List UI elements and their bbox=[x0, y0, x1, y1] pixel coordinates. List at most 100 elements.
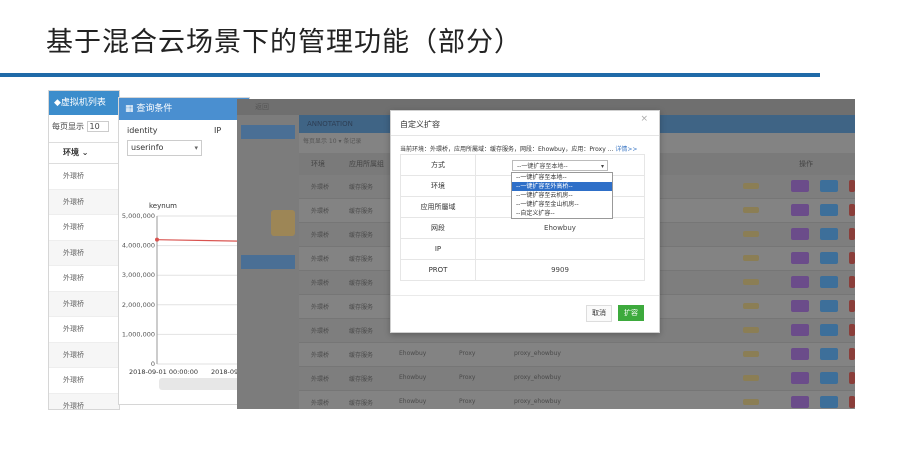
bg-cell-env: 外環桥 bbox=[311, 376, 330, 383]
bg-cell-key: proxy_ehowbuy bbox=[514, 350, 561, 357]
bg-row-expand-button[interactable] bbox=[791, 396, 809, 408]
bg-status-badge bbox=[743, 279, 759, 285]
bg-status-badge bbox=[743, 375, 759, 381]
bg-row-delete-button[interactable] bbox=[849, 276, 855, 288]
mode-option[interactable]: --自定义扩容-- bbox=[512, 209, 612, 218]
bg-col-ops: 操作 bbox=[799, 160, 813, 168]
bg-row-expand-button[interactable] bbox=[791, 348, 809, 360]
bg-row-edit-button[interactable] bbox=[820, 396, 838, 408]
bg-status-badge bbox=[743, 207, 759, 213]
bg-row-edit-button[interactable] bbox=[820, 228, 838, 240]
bg-row-delete-button[interactable] bbox=[849, 180, 855, 192]
vm-row-env: 外環桥 bbox=[49, 189, 119, 215]
bg-cell-type: Proxy bbox=[459, 374, 476, 381]
bg-row-delete-button[interactable] bbox=[849, 396, 855, 408]
query-window: ▦ 查询条件 identity IP userinfo keynum 0 1,000… bbox=[118, 97, 250, 405]
bg-row-edit-button[interactable] bbox=[820, 252, 838, 264]
mode-option[interactable]: --一键扩容至本地-- bbox=[512, 173, 612, 182]
bg-cell-env: 外環桥 bbox=[311, 208, 330, 215]
vm-row-env: 外環桥 bbox=[49, 266, 119, 292]
bg-table-row: 外環桥 缓存服务 Ehowbuy Proxy proxy_ehowbuy bbox=[299, 391, 855, 409]
chart-xtick-label: 2018-09-01 00:00:00 bbox=[129, 368, 198, 376]
page-size-select[interactable]: 10 bbox=[86, 121, 109, 132]
bg-cell-group: 缓存服务 bbox=[349, 256, 374, 263]
vm-row-env: 外環桥 bbox=[49, 240, 119, 266]
bg-cell-env: 外環桥 bbox=[311, 256, 330, 263]
mode-option[interactable]: --一键扩容至外高桥-- bbox=[512, 182, 612, 191]
mode-option[interactable]: --一键扩容至云机房-- bbox=[512, 191, 612, 200]
bg-row-edit-button[interactable] bbox=[820, 276, 838, 288]
bg-row-delete-button[interactable] bbox=[849, 300, 855, 312]
expand-button[interactable]: 扩容 bbox=[618, 305, 644, 321]
bg-status-badge bbox=[743, 231, 759, 237]
bg-status-badge bbox=[743, 255, 759, 261]
bg-cell-key: proxy_ehowbuy bbox=[514, 374, 561, 381]
bg-cell-group: 缓存服务 bbox=[349, 400, 374, 407]
bg-row-edit-button[interactable] bbox=[820, 372, 838, 384]
bg-row-expand-button[interactable] bbox=[791, 252, 809, 264]
bg-cell-env: 外環桥 bbox=[311, 184, 330, 191]
column-header-env[interactable]: 环境 ⌄ bbox=[49, 142, 119, 164]
bg-cell-env: 外環桥 bbox=[311, 280, 330, 287]
bg-col-group: 应用所属组 bbox=[349, 160, 384, 168]
bg-row-expand-button[interactable] bbox=[791, 324, 809, 336]
slide-title: 基于混合云场景下的管理功能（部分） bbox=[46, 27, 522, 58]
bg-row-delete-button[interactable] bbox=[849, 204, 855, 216]
vm-row-env: 外環桥 bbox=[49, 164, 119, 190]
bg-row-delete-button[interactable] bbox=[849, 324, 855, 336]
vm-list-header: ◆虚拟机列表 bbox=[49, 91, 119, 115]
detail-link[interactable]: 详情>> bbox=[615, 146, 637, 153]
bg-row-expand-button[interactable] bbox=[791, 372, 809, 384]
identity-select[interactable]: userinfo bbox=[127, 140, 202, 156]
bg-row-delete-button[interactable] bbox=[849, 348, 855, 360]
custom-expand-modal: 自定义扩容 × 当前环境：外環桥，应用所屬域：缓存服务，网段：Ehowbuy，应… bbox=[390, 110, 660, 333]
bg-row-edit-button[interactable] bbox=[820, 324, 838, 336]
bg-status-badge bbox=[743, 399, 759, 405]
bg-row-delete-button[interactable] bbox=[849, 252, 855, 264]
identity-label: identity bbox=[127, 126, 158, 135]
bg-status-badge bbox=[743, 183, 759, 189]
bg-row-expand-button[interactable] bbox=[791, 204, 809, 216]
modal-title: 自定义扩容 bbox=[400, 120, 440, 129]
bg-row-delete-button[interactable] bbox=[849, 228, 855, 240]
ip-field-label: IP bbox=[400, 238, 476, 260]
bg-table-row: 外環桥 缓存服务 Ehowbuy Proxy proxy_ehowbuy bbox=[299, 343, 855, 367]
bg-cell-group: 缓存服务 bbox=[349, 352, 374, 359]
bg-row-delete-button[interactable] bbox=[849, 372, 855, 384]
vm-row-env: 外環桥 bbox=[49, 393, 119, 409]
mode-select[interactable]: --一键扩容至本地-- bbox=[512, 159, 608, 172]
bg-row-edit-button[interactable] bbox=[820, 204, 838, 216]
bg-cell-type: Proxy bbox=[459, 350, 476, 357]
mode-option[interactable]: --一键扩容至金山机房-- bbox=[512, 200, 612, 209]
bg-row-edit-button[interactable] bbox=[820, 348, 838, 360]
chart-data-point[interactable] bbox=[155, 237, 159, 242]
cancel-button[interactable]: 取消 bbox=[586, 305, 612, 322]
vm-row-env: 外環桥 bbox=[49, 215, 119, 241]
bg-row-expand-button[interactable] bbox=[791, 228, 809, 240]
bg-back-link[interactable]: 返回 bbox=[255, 102, 269, 112]
query-title: 查询条件 bbox=[136, 104, 173, 114]
bg-row-expand-button[interactable] bbox=[791, 276, 809, 288]
bg-cell-env: 外環桥 bbox=[311, 328, 330, 335]
chart-zoom-scrollbar[interactable] bbox=[159, 378, 249, 390]
page-size-label: 每页显示 bbox=[52, 122, 84, 131]
mode-dropdown-list: --一键扩容至本地-- --一键扩容至外高桥-- --一键扩容至云机房-- --一键扩… bbox=[511, 172, 613, 219]
keynum-chart: keynum 0 1,000,000 2,000,000 3,000,000 4,000,… bbox=[122, 202, 249, 376]
bg-cell-env: 外環桥 bbox=[311, 304, 330, 311]
bg-col-env: 环境 bbox=[311, 160, 325, 168]
chart-ytick-label: 4,000,000 bbox=[122, 242, 155, 250]
env-label: 环境 bbox=[400, 175, 476, 197]
bg-row-edit-button[interactable] bbox=[820, 180, 838, 192]
bg-status-badge bbox=[743, 351, 759, 357]
bg-cell-env: 外環桥 bbox=[311, 232, 330, 239]
bg-status-badge bbox=[743, 303, 759, 309]
segment-label: 网段 bbox=[400, 217, 476, 239]
bg-row-expand-button[interactable] bbox=[791, 300, 809, 312]
bg-cell-group: 缓存服务 bbox=[349, 328, 374, 335]
bg-row-expand-button[interactable] bbox=[791, 180, 809, 192]
chart-ytick-label: 1,000,000 bbox=[122, 330, 155, 338]
close-icon[interactable]: × bbox=[640, 114, 648, 124]
current-env-label: 当前环境：外環桥，应用所屬域：缓存服务，网段：Ehowbuy，应用：Proxy … bbox=[400, 146, 616, 153]
chart-title: keynum bbox=[149, 202, 177, 210]
bg-row-edit-button[interactable] bbox=[820, 300, 838, 312]
